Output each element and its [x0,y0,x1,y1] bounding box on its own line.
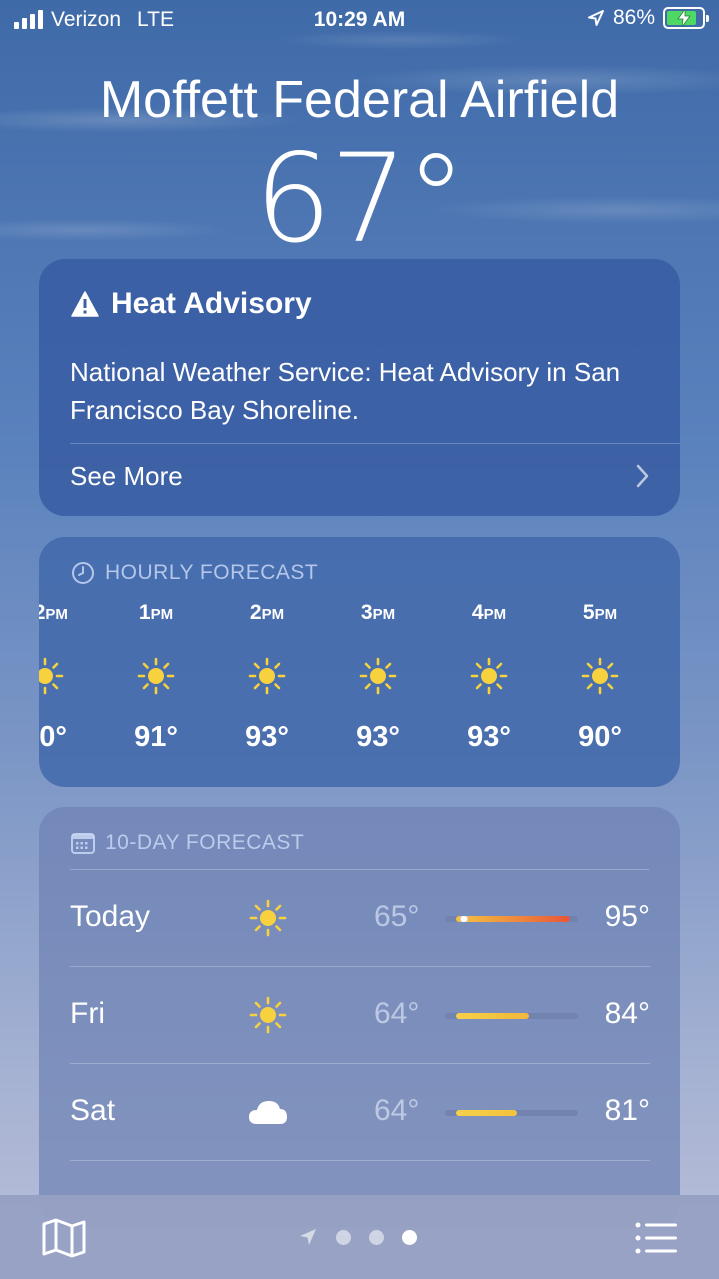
calendar-icon [71,833,95,854]
hour-suffix: PM [594,606,618,623]
hourly-forecast-card[interactable]: HOURLY FORECAST 12PM90°1PM91°2PM93°3PM93… [39,537,680,787]
day-row[interactable]: Today 65° 95° [70,870,650,967]
location-arrow-icon[interactable] [298,1227,318,1247]
sun-icon [449,631,529,721]
page-dot[interactable] [369,1229,384,1245]
day-high-temperature: 95° [604,900,650,933]
advisory-divider [70,443,680,444]
current-temperature-dot [460,916,468,922]
see-more-link[interactable]: See More [70,461,183,492]
advisory-text: National Weather Service: Heat Advisory … [70,357,621,425]
temperature-range-fill [456,1013,529,1019]
temperature-range-fill [456,916,571,922]
hour-column: 1PM 91° [116,601,196,754]
current-temperature: 67° [0,128,719,270]
hour-suffix: PM [483,606,507,623]
advisory-title-text: Heat Advisory [111,287,312,320]
hour-column: 5PM 90° [560,601,640,754]
hour-label: 6PM [671,601,680,631]
day-low-temperature: 64° [374,997,420,1030]
sun-icon [246,995,290,1035]
current-temperature-value: 67° [254,128,466,270]
hour-label: 3PM [338,601,418,631]
hour-temperature: 91° [134,721,178,753]
day-low-temperature: 65° [374,900,420,933]
temperature-range-fill [456,1110,518,1116]
hour-label: 5PM [560,601,640,631]
hour-temperature: 90° [578,721,622,753]
temperature-range-bar [445,1110,578,1116]
sun-icon [246,898,290,938]
sun-icon [116,631,196,721]
hour-suffix: PM [45,606,68,623]
day-low-temperature: 64° [374,1094,420,1127]
day-row[interactable]: Sat 64° 81° [70,1064,650,1161]
hour-suffix: PM [150,606,174,623]
battery-charging-icon [663,7,709,29]
advisory-title: Heat Advisory [71,287,312,321]
hour-column: 2PM 93° [227,601,307,754]
hour-temperature: 93° [245,721,289,753]
status-bar: Verizon LTE 10:29 AM 86% [0,0,719,40]
hour-label: 12PM [39,601,85,631]
clock-icon [72,562,94,584]
sun-icon [39,631,85,721]
day-high-temperature: 81° [604,1094,650,1127]
hour-number: 2 [249,601,262,624]
hourly-header: HOURLY FORECAST [71,561,318,585]
location-name: Moffett Federal Airfield [99,71,620,129]
warning-icon [71,291,99,317]
temperature-range-bar [445,1013,578,1019]
hour-suffix: PM [261,606,285,623]
chevron-right-icon[interactable] [636,463,650,489]
day-name: Fri [70,997,105,1030]
hour-temperature: 93° [356,721,400,753]
hour-number: 5 [582,601,595,624]
status-right: 86% [587,6,709,30]
list-icon[interactable] [635,1221,677,1255]
hour-temperature: 87° [671,721,680,754]
hour-column: 4PM 93° [449,601,529,754]
hour-suffix: PM [372,606,396,623]
sun-icon [338,631,418,721]
map-icon[interactable] [41,1217,87,1259]
cloud-icon [246,1092,290,1132]
sun-icon [560,631,640,721]
day-name: Today [70,900,151,933]
hour-number: 4 [471,601,484,624]
day-high-temperature: 84° [604,997,650,1030]
hour-number: 1 [138,601,151,624]
temperature-range-bar [445,916,578,922]
page-dot[interactable] [402,1229,417,1245]
sun-icon [227,631,307,721]
hour-label: 2PM [227,601,307,631]
bottom-toolbar [0,1195,719,1279]
hour-column: 12PM 90° [39,601,85,754]
daily-header-text: 10-DAY FORECAST [105,831,305,854]
hour-number: 3 [360,601,373,624]
heat-advisory-card[interactable]: Heat Advisory National Weather Service: … [39,259,680,516]
hour-column: 6PM 87° [671,601,680,754]
battery-percent: 86% [612,6,655,29]
location-arrow-icon [587,10,604,26]
day-name: Sat [70,1094,116,1127]
page-indicator[interactable] [298,1227,417,1247]
hour-temperature: 90° [39,721,67,753]
hourly-header-text: HOURLY FORECAST [105,561,319,584]
row-divider [70,1160,650,1161]
hour-temperature: 93° [467,721,511,753]
hour-column: 3PM 93° [338,601,418,754]
sun-icon [671,631,680,721]
page-dot[interactable] [336,1229,351,1245]
daily-header: 10-DAY FORECAST [71,831,304,855]
hour-label: 4PM [449,601,529,631]
day-row[interactable]: Fri 64° 84° [70,967,650,1064]
ten-day-forecast-card[interactable]: 10-DAY FORECAST Today 65° 95° Fri 64° 84° Sat 6… [39,807,680,1227]
hour-label: 1PM [116,601,196,631]
